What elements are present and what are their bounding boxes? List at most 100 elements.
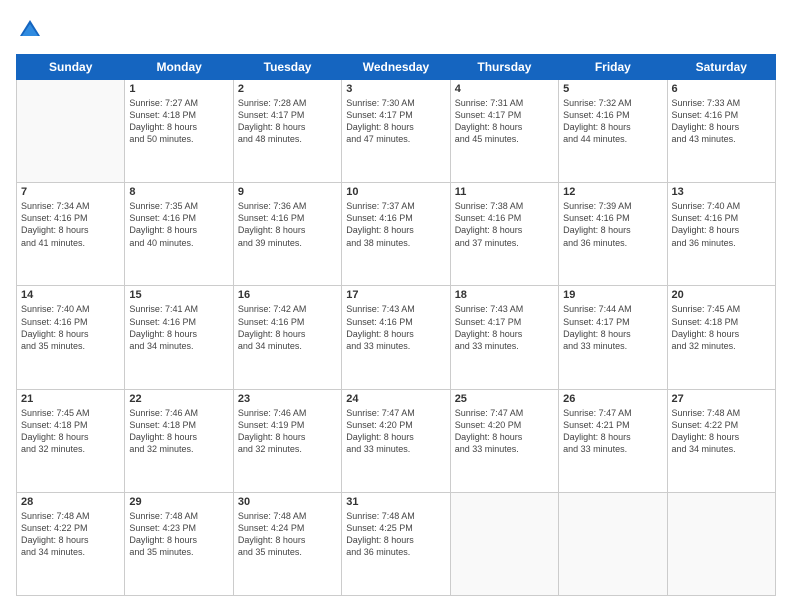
week-row-1: 7 Sunrise: 7:34 AMSunset: 4:16 PMDaylight… (17, 183, 776, 286)
day-number: 21 (21, 393, 120, 405)
calendar-cell: 19 Sunrise: 7:44 AMSunset: 4:17 PMDayligh… (559, 286, 667, 389)
day-number: 5 (563, 83, 662, 95)
day-info: Sunrise: 7:46 AMSunset: 4:19 PMDaylight:… (238, 407, 337, 456)
calendar-cell: 8 Sunrise: 7:35 AMSunset: 4:16 PMDaylight… (125, 183, 233, 286)
day-info: Sunrise: 7:46 AMSunset: 4:18 PMDaylight:… (129, 407, 228, 456)
calendar-cell: 6 Sunrise: 7:33 AMSunset: 4:16 PMDaylight… (667, 80, 775, 183)
calendar-cell: 23Sunrise: 7:46 AMSunset: 4:19 PMDayligh… (233, 389, 341, 492)
calendar-cell: 10 Sunrise: 7:37 AMSunset: 4:16 PMDayligh… (342, 183, 450, 286)
day-number: 9 (238, 186, 337, 198)
day-info: Sunrise: 7:30 AMSunset: 4:17 PMDaylight:… (346, 97, 445, 146)
day-info: Sunrise: 7:48 AMSunset: 4:24 PMDaylight:… (238, 510, 337, 559)
col-header-wednesday: Wednesday (342, 55, 450, 80)
week-row-4: 28 Sunrise: 7:48 AMSunset: 4:22 PMDayligh… (17, 492, 776, 595)
col-header-friday: Friday (559, 55, 667, 80)
calendar-cell: 7 Sunrise: 7:34 AMSunset: 4:16 PMDaylight… (17, 183, 125, 286)
calendar-cell: 26 Sunrise: 7:47 AMSunset: 4:21 PMDayligh… (559, 389, 667, 492)
calendar-cell: 16 Sunrise: 7:42 AMSunset: 4:16 PMDayligh… (233, 286, 341, 389)
day-info: Sunrise: 7:45 AMSunset: 4:18 PMDaylight:… (21, 407, 120, 456)
day-info: Sunrise: 7:32 AMSunset: 4:16 PMDaylight:… (563, 97, 662, 146)
day-number: 17 (346, 289, 445, 301)
header (16, 16, 776, 44)
day-info: Sunrise: 7:31 AMSunset: 4:17 PMDaylight:… (455, 97, 554, 146)
calendar-table: SundayMondayTuesdayWednesdayThursdayFrid… (16, 54, 776, 596)
day-number: 14 (21, 289, 120, 301)
calendar-cell (559, 492, 667, 595)
calendar-cell: 2Sunrise: 7:28 AMSunset: 4:17 PMDaylight… (233, 80, 341, 183)
day-info: Sunrise: 7:36 AMSunset: 4:16 PMDaylight:… (238, 200, 337, 249)
day-info: Sunrise: 7:40 AMSunset: 4:16 PMDaylight:… (21, 303, 120, 352)
day-info: Sunrise: 7:45 AMSunset: 4:18 PMDaylight:… (672, 303, 771, 352)
day-info: Sunrise: 7:42 AMSunset: 4:16 PMDaylight:… (238, 303, 337, 352)
logo-icon (16, 16, 44, 44)
col-header-tuesday: Tuesday (233, 55, 341, 80)
page: SundayMondayTuesdayWednesdayThursdayFrid… (0, 0, 792, 612)
calendar-cell (17, 80, 125, 183)
calendar-cell: 4 Sunrise: 7:31 AMSunset: 4:17 PMDaylight… (450, 80, 558, 183)
week-row-3: 21 Sunrise: 7:45 AMSunset: 4:18 PMDayligh… (17, 389, 776, 492)
calendar-cell: 12 Sunrise: 7:39 AMSunset: 4:16 PMDayligh… (559, 183, 667, 286)
day-number: 16 (238, 289, 337, 301)
calendar-cell: 5 Sunrise: 7:32 AMSunset: 4:16 PMDaylight… (559, 80, 667, 183)
day-number: 11 (455, 186, 554, 198)
calendar-cell: 20 Sunrise: 7:45 AMSunset: 4:18 PMDayligh… (667, 286, 775, 389)
day-info: Sunrise: 7:40 AMSunset: 4:16 PMDaylight:… (672, 200, 771, 249)
day-info: Sunrise: 7:48 AMSunset: 4:22 PMDaylight:… (21, 510, 120, 559)
day-info: Sunrise: 7:48 AMSunset: 4:25 PMDaylight:… (346, 510, 445, 559)
day-info: Sunrise: 7:44 AMSunset: 4:17 PMDaylight:… (563, 303, 662, 352)
day-number: 3 (346, 83, 445, 95)
col-header-saturday: Saturday (667, 55, 775, 80)
day-number: 19 (563, 289, 662, 301)
col-header-sunday: Sunday (17, 55, 125, 80)
calendar-cell: 27 Sunrise: 7:48 AMSunset: 4:22 PMDayligh… (667, 389, 775, 492)
day-info: Sunrise: 7:41 AMSunset: 4:16 PMDaylight:… (129, 303, 228, 352)
day-info: Sunrise: 7:48 AMSunset: 4:22 PMDaylight:… (672, 407, 771, 456)
day-info: Sunrise: 7:35 AMSunset: 4:16 PMDaylight:… (129, 200, 228, 249)
day-info: Sunrise: 7:34 AMSunset: 4:16 PMDaylight:… (21, 200, 120, 249)
calendar-cell: 31 Sunrise: 7:48 AMSunset: 4:25 PMDayligh… (342, 492, 450, 595)
day-info: Sunrise: 7:39 AMSunset: 4:16 PMDaylight:… (563, 200, 662, 249)
day-info: Sunrise: 7:43 AMSunset: 4:17 PMDaylight:… (455, 303, 554, 352)
day-number: 15 (129, 289, 228, 301)
calendar-cell: 29 Sunrise: 7:48 AMSunset: 4:23 PMDayligh… (125, 492, 233, 595)
calendar-cell: 30Sunrise: 7:48 AMSunset: 4:24 PMDayligh… (233, 492, 341, 595)
day-info: Sunrise: 7:27 AMSunset: 4:18 PMDaylight:… (129, 97, 228, 146)
day-info: Sunrise: 7:47 AMSunset: 4:20 PMDaylight:… (346, 407, 445, 456)
day-number: 6 (672, 83, 771, 95)
calendar-header-row: SundayMondayTuesdayWednesdayThursdayFrid… (17, 55, 776, 80)
calendar-cell: 28 Sunrise: 7:48 AMSunset: 4:22 PMDayligh… (17, 492, 125, 595)
day-info: Sunrise: 7:37 AMSunset: 4:16 PMDaylight:… (346, 200, 445, 249)
calendar-cell (667, 492, 775, 595)
day-number: 24 (346, 393, 445, 405)
day-number: 4 (455, 83, 554, 95)
week-row-2: 14 Sunrise: 7:40 AMSunset: 4:16 PMDayligh… (17, 286, 776, 389)
week-row-0: 1Sunrise: 7:27 AMSunset: 4:18 PMDaylight… (17, 80, 776, 183)
day-number: 29 (129, 496, 228, 508)
calendar-cell: 24 Sunrise: 7:47 AMSunset: 4:20 PMDayligh… (342, 389, 450, 492)
day-number: 22 (129, 393, 228, 405)
day-number: 7 (21, 186, 120, 198)
calendar-cell: 14 Sunrise: 7:40 AMSunset: 4:16 PMDayligh… (17, 286, 125, 389)
calendar-cell: 21 Sunrise: 7:45 AMSunset: 4:18 PMDayligh… (17, 389, 125, 492)
day-info: Sunrise: 7:48 AMSunset: 4:23 PMDaylight:… (129, 510, 228, 559)
day-info: Sunrise: 7:47 AMSunset: 4:21 PMDaylight:… (563, 407, 662, 456)
day-number: 26 (563, 393, 662, 405)
day-number: 2 (238, 83, 337, 95)
col-header-thursday: Thursday (450, 55, 558, 80)
day-info: Sunrise: 7:43 AMSunset: 4:16 PMDaylight:… (346, 303, 445, 352)
day-number: 13 (672, 186, 771, 198)
day-number: 28 (21, 496, 120, 508)
day-number: 20 (672, 289, 771, 301)
calendar-cell: 11 Sunrise: 7:38 AMSunset: 4:16 PMDayligh… (450, 183, 558, 286)
day-number: 10 (346, 186, 445, 198)
calendar-cell: 15 Sunrise: 7:41 AMSunset: 4:16 PMDayligh… (125, 286, 233, 389)
calendar-cell: 3 Sunrise: 7:30 AMSunset: 4:17 PMDaylight… (342, 80, 450, 183)
col-header-monday: Monday (125, 55, 233, 80)
day-info: Sunrise: 7:33 AMSunset: 4:16 PMDaylight:… (672, 97, 771, 146)
day-number: 31 (346, 496, 445, 508)
day-info: Sunrise: 7:38 AMSunset: 4:16 PMDaylight:… (455, 200, 554, 249)
calendar-cell (450, 492, 558, 595)
day-number: 8 (129, 186, 228, 198)
day-number: 12 (563, 186, 662, 198)
day-number: 27 (672, 393, 771, 405)
